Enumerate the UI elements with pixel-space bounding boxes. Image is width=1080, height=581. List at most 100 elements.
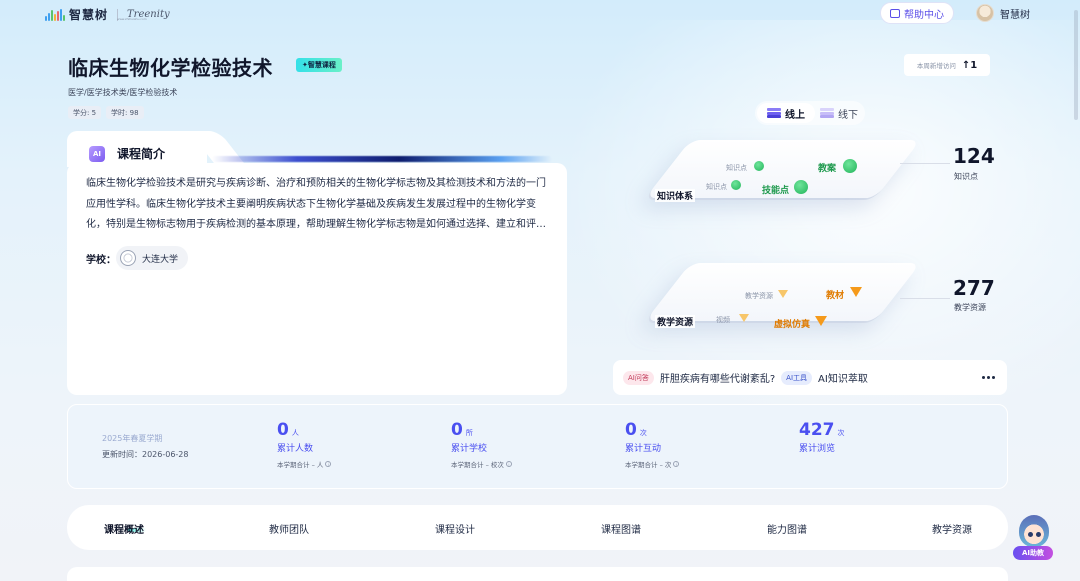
course-nav (67, 505, 1008, 550)
tab-teachers[interactable]: 教师团队 (269, 521, 309, 536)
metric-sub-text: 本学期合计 – 次 (625, 461, 672, 469)
knowledge-node-label: 教案 (818, 164, 837, 174)
help-center-label: 帮助中心 (904, 9, 944, 21)
metric-label: 累计互动 (625, 444, 662, 454)
ai-tool-tag: AI工具 (781, 370, 813, 385)
ai-assistant-button[interactable]: AI助教 (1013, 513, 1053, 563)
update-time: 更新时间：2026-06-28 (102, 450, 189, 459)
layers-icon (767, 108, 781, 118)
knowledge-node-dot (794, 180, 808, 194)
tab-course-graph[interactable]: 课程图谱 (601, 521, 641, 536)
ai-tool-link[interactable]: AI知识萃取 (818, 370, 868, 385)
school-label: 学校： (86, 255, 116, 266)
resource-node-cone (778, 290, 788, 298)
mode-offline-label: 线下 (838, 109, 858, 121)
resource-count-label: 教学资源 (954, 303, 986, 312)
mode-offline-button[interactable]: 线下 (815, 106, 863, 121)
mode-online-button[interactable]: 线上 (757, 103, 815, 123)
resource-node-label: 视频 (716, 316, 730, 324)
metric-label: 累计学校 (451, 444, 488, 454)
metric-label: 累计人数 (277, 444, 314, 454)
school-pill[interactable]: 大连大学 (116, 246, 189, 270)
metric-unit: 所 (465, 429, 473, 437)
metric-schools: 0所 累计学校 本学期合计 – 校次 i (451, 420, 512, 469)
knowledge-node-label: 知识点 (706, 183, 727, 191)
resource-node-label: 教学资源 (745, 292, 773, 300)
tab-design[interactable]: 课程设计 (435, 521, 475, 536)
metric-unit: 次 (639, 429, 647, 437)
metric-views: 427 次 累计浏览 (799, 420, 845, 454)
metric-label: 累计浏览 (799, 444, 836, 454)
chat-help-icon (890, 8, 900, 18)
metric-unit: 次 (837, 429, 845, 437)
layers-icon (820, 108, 834, 118)
knowledge-node-dot (843, 159, 857, 173)
hours-chip: 学时: 98 (106, 106, 144, 119)
school-logo-icon (120, 250, 136, 266)
metric-sub: 本学期合计 – 次i (625, 459, 680, 469)
weekly-visits-box: 本周新增访问 ↑1 (904, 54, 990, 76)
info-icon[interactable]: i (505, 461, 512, 467)
logo[interactable]: 智慧树 www.zhihuishu.com Treenity (45, 6, 170, 23)
resource-platform-label: 教学资源 (655, 315, 696, 328)
knowledge-node-label: 知识点 (726, 164, 747, 172)
metric-value: 0 (625, 420, 637, 440)
top-bar: 智慧树 www.zhihuishu.com Treenity 帮助中心 智慧树 (0, 0, 1080, 28)
info-icon[interactable]: i (673, 461, 680, 467)
metric-unit: 人 (291, 429, 299, 437)
resource-node-label: 虚拟仿真 (774, 320, 811, 330)
knowledge-node-dot (754, 161, 764, 171)
ai-question-bar: AI问答 肝胆疾病有哪些代谢紊乱? AI工具 AI知识萃取 (613, 360, 1007, 395)
credits-chip: 学分: 5 (68, 106, 102, 119)
school-name: 大连大学 (142, 254, 179, 265)
mode-toggle: 线上 线下 (755, 101, 865, 125)
more-options-icon[interactable] (982, 376, 995, 379)
logo-bars-icon (45, 8, 65, 21)
resource-node-cone (739, 314, 749, 322)
knowledge-node-label: 技能点 (762, 186, 790, 196)
content-card (67, 567, 1008, 581)
user-menu[interactable]: 智慧树 (976, 4, 1030, 22)
intro-text: 临床生物化学检验技术是研究与疾病诊断、治疗和预防相关的生物化学标志物及其检测技术… (86, 178, 546, 230)
ai-assistant-avatar-icon (1019, 515, 1049, 547)
ai-question-link[interactable]: 肝胆疾病有哪些代谢紊乱? (660, 370, 775, 385)
tab-resources[interactable]: 教学资源 (932, 521, 972, 536)
intro-decor-line (212, 156, 552, 162)
avatar (976, 4, 994, 22)
weekly-visits-value: ↑1 (961, 59, 978, 71)
metric-students: 0人 累计人数 本学期合计 – 人i (277, 420, 332, 469)
logo-subtext: www.zhihuishu.com (117, 17, 147, 21)
resource-node-cone (815, 316, 827, 326)
page-title: 临床生物化学检验技术 (68, 56, 273, 80)
user-name: 智慧树 (1000, 9, 1030, 21)
metric-sub-text: 本学期合计 – 校次 (451, 461, 504, 469)
knowledge-count: 124 (953, 144, 995, 168)
tab-overview[interactable]: 课程概述 (104, 521, 144, 536)
stats-bar (67, 404, 1008, 489)
resource-count: 277 (953, 276, 995, 300)
resource-connector-line (900, 298, 950, 299)
metric-sub: 本学期合计 – 人i (277, 459, 332, 469)
knowledge-connector-line (900, 163, 950, 164)
resource-node-cone (850, 287, 862, 297)
help-center-button[interactable]: 帮助中心 (880, 2, 954, 24)
intro-title: 课程简介 (117, 147, 166, 161)
resource-node-label: 教材 (826, 291, 845, 301)
breadcrumb: 医学/医学技术类/医学检验技术 (68, 88, 178, 97)
metric-sub: 本学期合计 – 校次 i (451, 459, 512, 469)
knowledge-platform-label: 知识体系 (655, 189, 696, 202)
knowledge-count-label: 知识点 (954, 172, 978, 181)
knowledge-node-dot (731, 180, 741, 190)
ai-icon: AI (89, 146, 105, 162)
logo-text: 智慧树 (69, 8, 109, 22)
ai-qa-tag: AI问答 (623, 370, 654, 385)
tab-ability-graph[interactable]: 能力图谱 (767, 521, 807, 536)
metric-value: 0 (277, 420, 289, 440)
metric-interactions: 0次 累计互动 本学期合计 – 次i (625, 420, 680, 469)
weekly-visits-label: 本周新增访问 (916, 62, 956, 70)
smart-course-badge: ✦智慧课程 (296, 58, 342, 72)
info-icon[interactable]: i (325, 461, 332, 467)
mode-online-label: 线上 (785, 109, 805, 121)
term-label: 2025年春夏学期 (102, 434, 163, 443)
metric-sub-text: 本学期合计 – 人 (277, 461, 324, 469)
